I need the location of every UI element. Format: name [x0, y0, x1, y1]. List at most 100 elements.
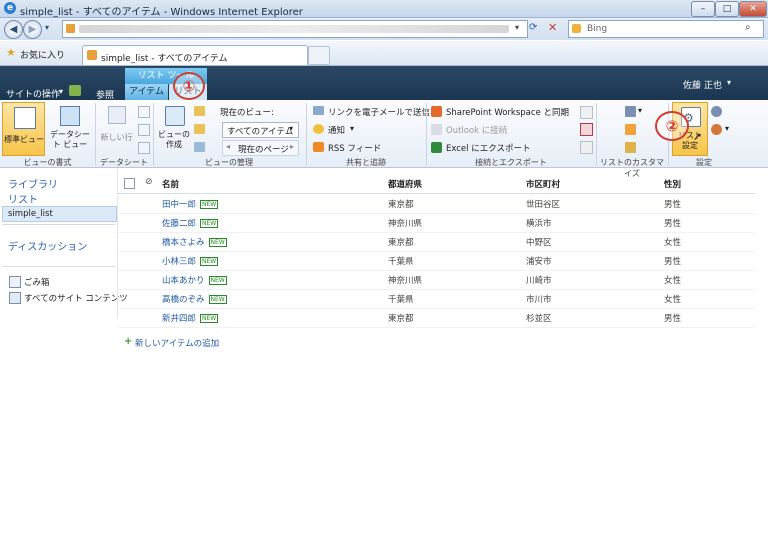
item-name[interactable]: 山本あかり NEW [162, 274, 227, 286]
favorites-button[interactable]: お気に入り [20, 48, 65, 61]
bing-logo-icon [572, 24, 581, 33]
group-label-datasheet: データシート [100, 158, 148, 167]
column-header-city[interactable]: 市区町村 [526, 178, 560, 190]
alert-dropdown-icon[interactable]: ▾ [350, 124, 354, 133]
ie-logo-icon: e [4, 2, 16, 14]
table-row[interactable]: 新井四郎 NEW 東京都 杉並区 男性 [118, 308, 755, 328]
permissions-icon[interactable] [711, 106, 722, 117]
navigate-up-icon[interactable] [69, 85, 81, 96]
callout-one: ① [173, 72, 205, 100]
tab-items[interactable]: アイテム [125, 84, 168, 101]
item-gender: 男性 [664, 219, 682, 229]
table-row[interactable]: 高橋のぞみ NEW 千葉県 市川市 女性 [118, 289, 755, 309]
datasheet-tool-icon[interactable] [138, 106, 150, 118]
address-input[interactable]: ▾ [62, 20, 528, 38]
user-dropdown-icon[interactable]: ▾ [727, 78, 731, 87]
next-page-icon[interactable]: ▸ [290, 142, 294, 151]
history-dropdown-icon[interactable]: ▾ [45, 23, 49, 32]
nav-recycle-bin[interactable]: ごみ箱 [24, 276, 50, 288]
excel-button[interactable]: Excel にエクスポート [446, 142, 530, 154]
navigate-up-view-icon[interactable] [194, 142, 205, 152]
add-item-link[interactable]: 新しいアイテムの追加 [135, 337, 219, 349]
new-row-label: 新しい行 [100, 133, 133, 142]
item-name-text[interactable]: 佐藤二郎 [162, 219, 196, 229]
item-name-text[interactable]: 小林三郎 [162, 257, 196, 267]
column-header-gender[interactable]: 性別 [664, 178, 681, 190]
item-name[interactable]: 田中一郎 NEW [162, 198, 219, 210]
minimize-button[interactable]: – [691, 1, 715, 17]
outlook-button[interactable]: Outlook に接続 [446, 124, 507, 136]
nav-divider [2, 224, 115, 225]
user-menu[interactable]: 佐藤 正也 [683, 78, 722, 91]
tab-title: simple_list - すべてのアイテム [101, 54, 228, 64]
new-row-button[interactable]: 新しい行 [99, 102, 134, 150]
totals-icon[interactable] [138, 124, 150, 136]
create-column-icon[interactable] [194, 124, 205, 134]
item-name[interactable]: 橋本さよみ NEW [162, 236, 227, 248]
back-icon[interactable]: ◀ [4, 20, 23, 39]
report-icon[interactable] [580, 141, 593, 154]
column-header-prefecture[interactable]: 都道府県 [388, 178, 422, 190]
nav-lists[interactable]: リスト [8, 191, 38, 206]
table-row[interactable]: 田中一郎 NEW 東京都 世田谷区 男性 [118, 194, 755, 214]
library-settings-icon[interactable] [711, 124, 722, 135]
item-name[interactable]: 新井四郎 NEW [162, 312, 219, 324]
item-name-text[interactable]: 田中一郎 [162, 200, 196, 210]
search-icon[interactable]: ⌕ [745, 22, 751, 33]
item-name-text[interactable]: 橋本さよみ [162, 238, 205, 248]
site-actions-menu[interactable]: サイトの操作 [6, 87, 60, 100]
address-redacted [79, 25, 509, 33]
sp-workspace-button[interactable]: SharePoint Workspace と同期 [446, 106, 569, 118]
designer-icon[interactable] [625, 124, 636, 135]
prev-page-icon[interactable]: ◂ [226, 142, 230, 151]
table-row[interactable]: 橋本さよみ NEW 東京都 中野区 女性 [118, 232, 755, 252]
forward-icon[interactable]: ▶ [23, 20, 42, 39]
recycle-bin-icon [9, 276, 21, 288]
item-name-text[interactable]: 高橋のぞみ [162, 295, 205, 305]
settings-dropdown-icon[interactable]: ▾ [725, 124, 729, 133]
item-name-text[interactable]: 山本あかり [162, 276, 205, 286]
current-page-label: 現在のページ [238, 145, 289, 155]
table-row[interactable]: 山本あかり NEW 神奈川県 川崎市 女性 [118, 270, 755, 290]
table-row[interactable]: 小林三郎 NEW 千葉県 浦安市 男性 [118, 251, 755, 271]
item-name[interactable]: 佐藤二郎 NEW [162, 217, 219, 229]
current-view-select[interactable]: すべてのアイテム ▾ [222, 122, 299, 138]
form-dropdown-icon[interactable]: ▾ [638, 106, 642, 115]
search-input[interactable]: Bing ⌕ [568, 20, 764, 38]
create-view-button[interactable]: ビューの作成 [157, 102, 191, 154]
group-label-settings: 設定 [696, 158, 712, 167]
new-badge-icon: NEW [200, 257, 219, 266]
stop-icon[interactable]: ✕ [548, 21, 557, 34]
nav-all-site-content[interactable]: すべてのサイト コンテンツ [24, 292, 128, 304]
item-name[interactable]: 小林三郎 NEW [162, 255, 219, 267]
rss-button[interactable]: RSS フィード [328, 142, 381, 154]
email-link-button[interactable]: リンクを電子メールで送信 [328, 106, 430, 118]
visio-icon[interactable] [580, 106, 593, 119]
current-page-control[interactable]: ◂ 現在のページ ▸ [222, 140, 299, 156]
close-button[interactable]: ✕ [739, 1, 767, 17]
nav-discussions[interactable]: ディスカッション [8, 238, 87, 253]
item-name[interactable]: 高橋のぞみ NEW [162, 293, 227, 305]
column-header-name[interactable]: 名前 [162, 178, 179, 190]
refresh-data-icon[interactable] [138, 142, 150, 154]
table-row[interactable]: 佐藤二郎 NEW 神奈川県 横浜市 男性 [118, 213, 755, 233]
modify-view-icon[interactable] [194, 106, 205, 116]
address-dropdown-icon[interactable]: ▾ [515, 23, 519, 32]
refresh-icon[interactable]: ⟳ [529, 22, 537, 33]
new-tab-button[interactable] [308, 46, 330, 65]
site-actions-dropdown-icon[interactable]: ▾ [59, 87, 63, 96]
current-view-value: すべてのアイテム [227, 127, 294, 137]
access-icon[interactable] [580, 123, 593, 136]
workflow-icon[interactable] [625, 142, 636, 153]
maximize-button[interactable]: □ [715, 1, 739, 17]
alert-button[interactable]: 通知 [328, 124, 345, 136]
nav-libraries[interactable]: ライブラリ [8, 176, 58, 191]
datasheet-view-button[interactable]: データシート ビュー [47, 102, 93, 154]
browser-tab[interactable]: simple_list - すべてのアイテム [82, 45, 308, 65]
item-name-text[interactable]: 新井四郎 [162, 314, 196, 324]
modify-form-icon[interactable] [625, 106, 636, 117]
item-gender: 女性 [664, 295, 682, 305]
standard-view-button[interactable]: 標準ビュー [2, 102, 45, 156]
select-all-checkbox[interactable] [124, 178, 135, 189]
nav-item-simple-list[interactable]: simple_list [2, 206, 117, 222]
